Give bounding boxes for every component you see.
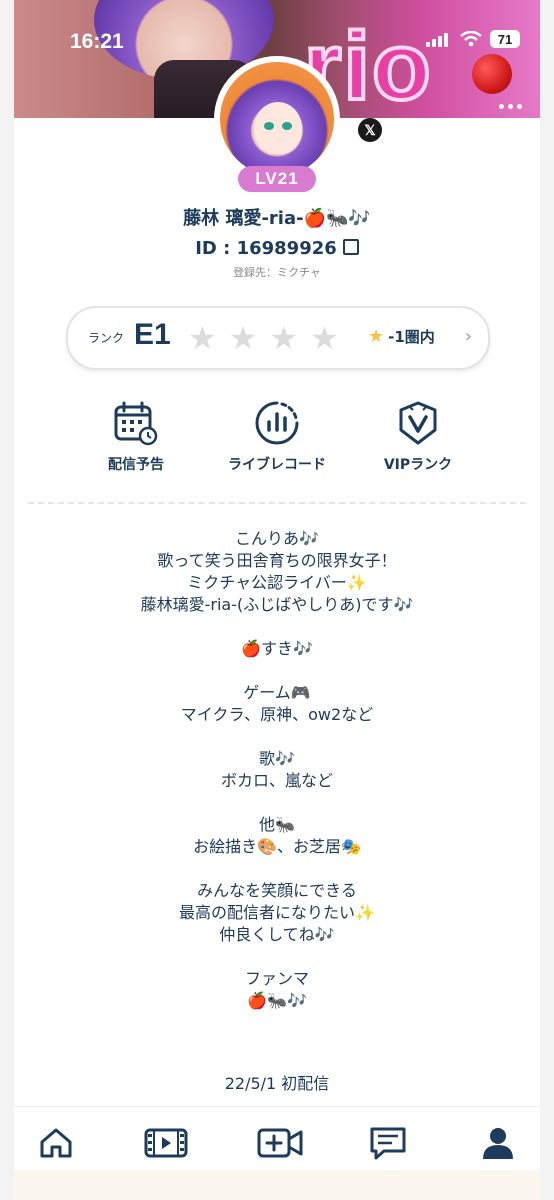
rank-card[interactable]: ランク E1 ★ ★ ★ ★ ★ -1圏内 › [66, 306, 490, 370]
star-icon: ★ [188, 319, 217, 357]
bar-chart-circle-icon [255, 401, 299, 445]
calendar-clock-icon [114, 401, 158, 446]
bio-line [14, 616, 540, 638]
vip-badge-icon [399, 401, 437, 445]
user-id: ID : 16989926 [195, 238, 337, 259]
bio-line: ミクチャ公認ライバー✨ [187, 573, 367, 592]
tab-profile[interactable] [468, 1121, 528, 1165]
rank-stars: ★ ★ ★ ★ [188, 322, 339, 354]
bio-line [14, 726, 540, 748]
tab-home[interactable] [26, 1121, 86, 1165]
rank-circle: ★ -1圏内 [368, 326, 435, 347]
tab-videos[interactable] [136, 1121, 196, 1165]
status-time: 16:21 [70, 30, 124, 53]
bottom-tab-bar [14, 1106, 540, 1179]
user-id-row: ID : 16989926 [14, 238, 540, 259]
home-indicator-area [14, 1170, 540, 1200]
bio-text: こんりあ🎶 歌って笑う田舎育ちの限界女子！ ミクチャ公認ライバー✨ 藤林璃愛-ria-… [14, 528, 540, 1012]
bio-line: 最高の配信者になりたい✨ [179, 903, 375, 922]
bio-line [14, 858, 540, 880]
add-video-icon [257, 1128, 303, 1158]
schedule-label: 配信予告 [108, 457, 164, 473]
star-icon: ★ [228, 319, 258, 357]
home-icon [40, 1128, 72, 1158]
wifi-icon [460, 31, 482, 47]
chat-icon [370, 1127, 406, 1160]
divider [28, 502, 526, 504]
bio-line: こんりあ🎶 [235, 529, 319, 548]
bio-line: 他🐜 [259, 815, 295, 834]
tab-go-live[interactable] [250, 1121, 310, 1165]
level-badge: LV21 [238, 166, 316, 192]
debut-date: 22/5/1 初配信 [224, 1074, 330, 1093]
copy-icon[interactable] [342, 239, 359, 255]
bio-line: ファンマ [244, 969, 309, 988]
signal-icon [426, 31, 452, 47]
bio-line [14, 792, 540, 814]
star-icon: ★ [269, 319, 299, 357]
chevron-right-icon: › [464, 326, 472, 347]
tab-messages[interactable] [358, 1121, 418, 1165]
person-icon [483, 1128, 513, 1159]
live-record-label: ライブレコード [228, 457, 326, 473]
vip-rank-label: VIPランク [383, 457, 453, 473]
bio-line: ボカロ、嵐など [220, 771, 333, 790]
star-icon: ★ [310, 319, 339, 357]
bio-line: お絵描き🎨、お芝居🎭 [193, 837, 361, 856]
rank-circle-text: -1圏内 [388, 328, 435, 346]
battery-indicator: 71 [490, 30, 520, 48]
bio-line: 歌って笑う田舎育ちの限界女子！ [157, 551, 397, 570]
bio-line [14, 660, 540, 682]
profile-screen: rio 16:21 71 LV21 𝕏 藤林 璃愛-ria-🍎🐜🎶 ID : 1… [14, 0, 540, 1200]
film-icon [144, 1128, 188, 1158]
bio-line: 🍎すき🎶 [241, 639, 313, 658]
avatar-image [220, 62, 334, 176]
apple-icon [472, 54, 512, 94]
schedule-button[interactable]: 配信予告 [66, 400, 206, 474]
registered-platform: 登録先：ミクチャ [233, 266, 321, 279]
live-record-button[interactable]: ライブレコード [207, 400, 347, 474]
bio-line: ゲーム🎮 [243, 683, 311, 702]
bio-line: 歌🎶 [259, 749, 295, 768]
rank-label: ランク [88, 331, 125, 345]
avatar[interactable] [214, 56, 340, 182]
bio-line: 仲良くしてね🎶 [219, 925, 335, 944]
gold-star-icon: ★ [368, 326, 385, 347]
action-row: 配信予告 ライブレコード VIPランク [14, 400, 540, 480]
vip-rank-button[interactable]: VIPランク [348, 400, 488, 474]
bio-line [14, 946, 540, 968]
bio-line: マイクラ、原神、ow2など [180, 705, 374, 724]
bio-line: 🍎🐜🎶 [247, 991, 307, 1010]
x-social-icon[interactable]: 𝕏 [358, 118, 382, 142]
status-icons: 71 [426, 30, 520, 48]
bio-line: 藤林璃愛-ria-(ふじばやしりあ)です🎶 [140, 595, 414, 614]
bio-line: みんなを笑顔にできる [197, 881, 357, 900]
display-name: 藤林 璃愛-ria-🍎🐜🎶 [183, 208, 371, 229]
more-options-icon[interactable] [499, 104, 522, 109]
rank-value: E1 [134, 318, 171, 351]
